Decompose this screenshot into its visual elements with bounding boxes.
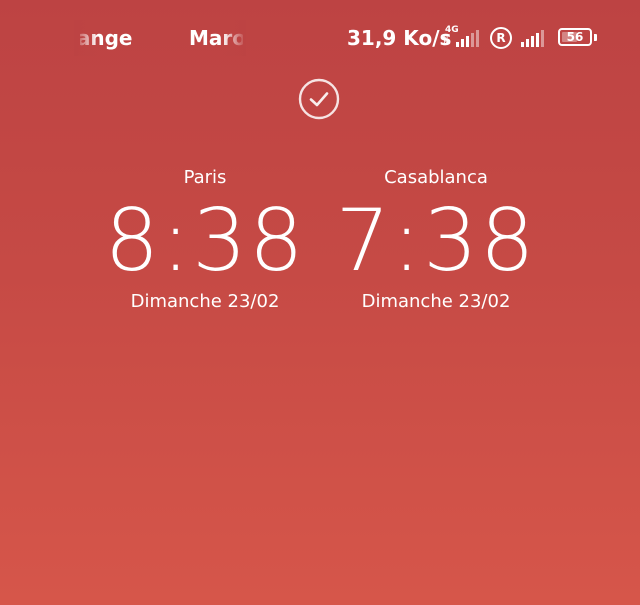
data-arrows-icon: ⇅ [442,36,450,46]
clock-date: Dimanche 23/02 [361,291,511,312]
battery-tip [594,34,597,41]
carrier-fade [74,20,98,56]
clock-time: 7:38 [335,191,537,291]
clock-date: Dimanche 23/02 [130,291,280,312]
world-clock-paris: Paris 8:38 Dimanche 23/02 [75,166,335,314]
roaming-icon: R [490,27,512,49]
signal-icon [456,29,479,47]
world-clock-casablanca: Casablanca 7:38 Dimanche 23/02 [306,166,566,314]
clock-time: 8:38 [104,191,306,291]
network-speed: 31,9 Ko/s [347,26,452,50]
city-label: Paris [183,167,227,188]
signal-icon [521,29,544,47]
check-circle-icon[interactable] [298,78,340,120]
status-bar: Orange Maroc 31,9 Ko/s 4G ⇅ R 56 [0,0,640,76]
battery-icon: 56 [558,28,592,46]
carrier-fade [222,20,246,56]
battery-level: 56 [566,30,584,44]
city-label: Casablanca [384,167,488,188]
